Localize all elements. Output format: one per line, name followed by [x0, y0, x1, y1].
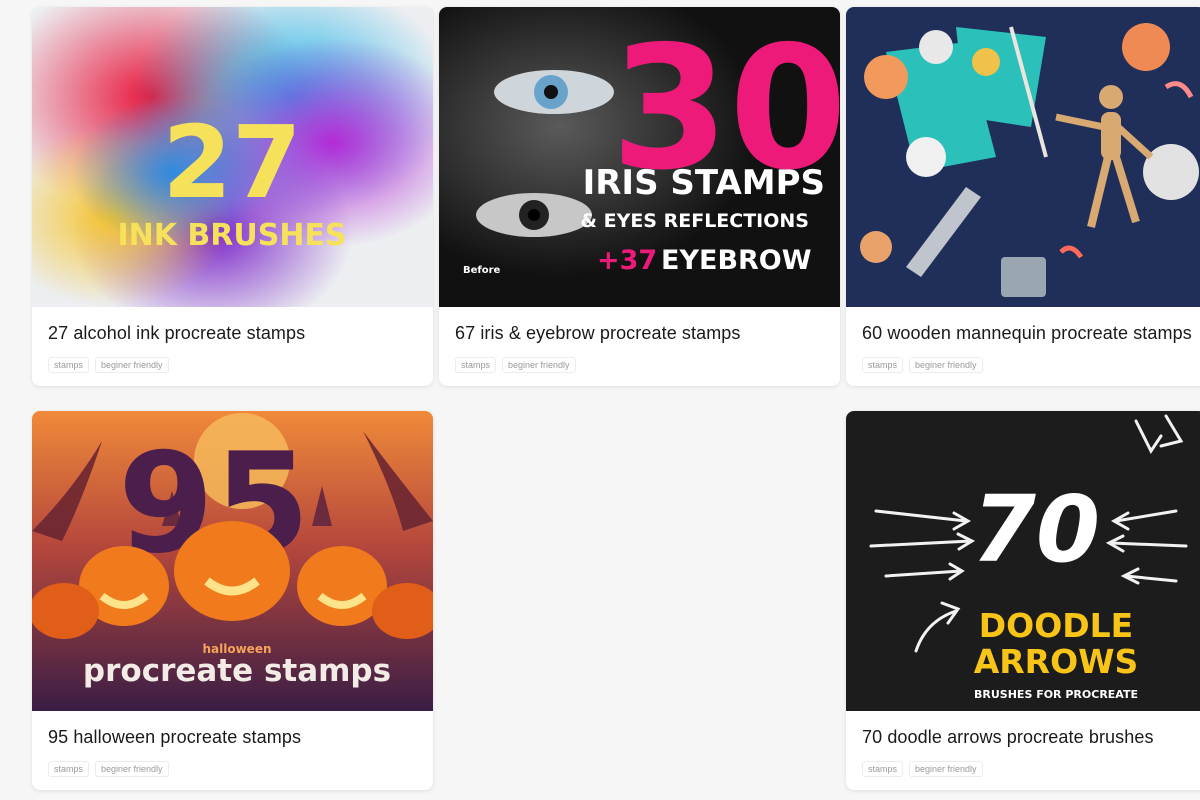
- tag-list: stamps beginer friendly: [455, 357, 576, 373]
- image-line1: INK BRUSHES: [117, 218, 346, 253]
- tag-list: stamps beginer friendly: [48, 761, 169, 777]
- image-number: 27: [162, 104, 301, 221]
- product-card[interactable]: 70 DOODLE ARROWS BRUSHES FOR PROCREATE 7…: [846, 411, 1200, 790]
- product-thumbnail[interactable]: 30 IRIS STAMPS & EYES REFLECTIONS +37 EY…: [439, 7, 840, 307]
- image-caption: Before: [463, 265, 501, 276]
- product-title[interactable]: 95 halloween procreate stamps: [48, 727, 301, 748]
- image-line2: & EYES REFLECTIONS: [580, 210, 809, 232]
- tag-list: stamps beginer friendly: [862, 357, 983, 373]
- tag-beginner-friendly[interactable]: beginer friendly: [502, 357, 576, 373]
- tag-list: stamps beginer friendly: [862, 761, 983, 777]
- tag-beginner-friendly[interactable]: beginer friendly: [95, 357, 169, 373]
- product-title[interactable]: 67 iris & eyebrow procreate stamps: [455, 323, 741, 344]
- image-line2: procreate stamps: [83, 653, 391, 689]
- product-title[interactable]: 60 wooden mannequin procreate stamps: [862, 323, 1192, 344]
- product-thumbnail[interactable]: 70 DOODLE ARROWS BRUSHES FOR PROCREATE: [846, 411, 1200, 711]
- tag-stamps[interactable]: stamps: [48, 761, 90, 777]
- tag-stamps[interactable]: stamps: [862, 761, 904, 777]
- tag-beginner-friendly[interactable]: beginer friendly: [95, 761, 169, 777]
- tag-stamps[interactable]: stamps: [862, 357, 904, 373]
- product-thumbnail[interactable]: 95 halloween procreate stamps: [32, 411, 433, 711]
- image-line2: ARROWS: [974, 642, 1139, 681]
- product-card[interactable]: 60 wooden mannequin procreate stamps sta…: [846, 7, 1200, 386]
- tag-stamps[interactable]: stamps: [455, 357, 497, 373]
- tag-beginner-friendly[interactable]: beginer friendly: [909, 761, 983, 777]
- product-title[interactable]: 27 alcohol ink procreate stamps: [48, 323, 305, 344]
- tag-list: stamps beginer friendly: [48, 357, 169, 373]
- image-line3-a: +37: [597, 245, 657, 276]
- image-number: 70: [972, 476, 1100, 583]
- product-title[interactable]: 70 doodle arrows procreate brushes: [862, 727, 1154, 748]
- product-card[interactable]: 27 INK BRUSHES 27 alcohol ink procreate …: [32, 7, 433, 386]
- image-line3-b: EYEBROW: [661, 245, 812, 276]
- tag-stamps[interactable]: stamps: [48, 357, 90, 373]
- product-card[interactable]: 95 halloween procreate stamps 95 hallowe…: [32, 411, 433, 790]
- product-thumbnail[interactable]: [846, 7, 1200, 307]
- image-line1: DOODLE: [979, 606, 1133, 645]
- product-thumbnail[interactable]: 27 INK BRUSHES: [32, 7, 433, 307]
- tag-beginner-friendly[interactable]: beginer friendly: [909, 357, 983, 373]
- image-line1: IRIS STAMPS: [583, 163, 825, 203]
- product-card[interactable]: 30 IRIS STAMPS & EYES REFLECTIONS +37 EY…: [439, 7, 840, 386]
- image-line3: BRUSHES FOR PROCREATE: [974, 688, 1138, 701]
